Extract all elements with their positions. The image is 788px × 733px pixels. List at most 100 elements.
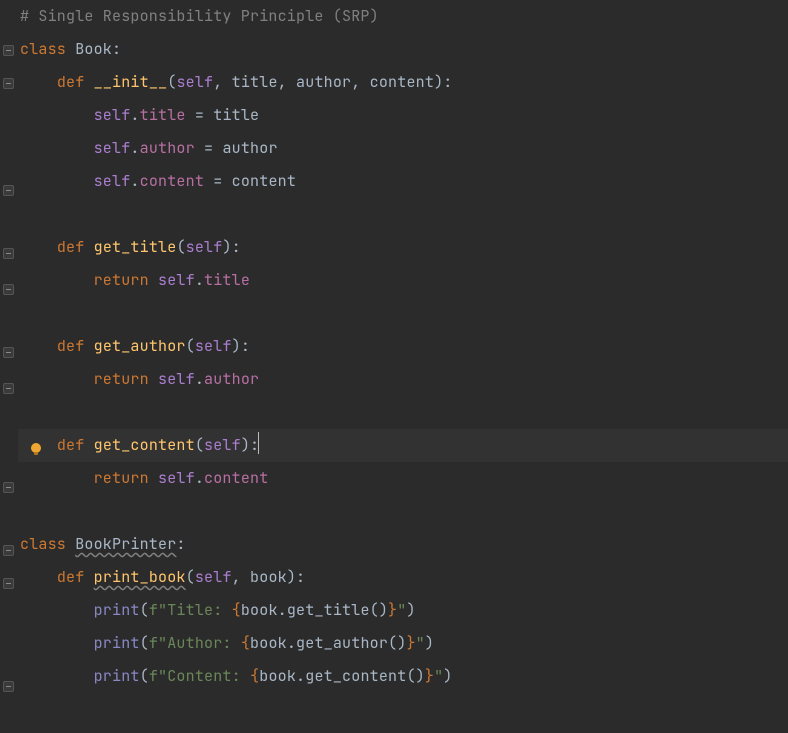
ident-token: title [213, 105, 259, 125]
fstring-prefix: f [149, 633, 158, 653]
code-line[interactable]: print(f"Author: {book.get_author()}") [20, 627, 788, 660]
fold-icon[interactable] [3, 545, 14, 556]
self-token: self [94, 138, 131, 158]
indent [20, 138, 94, 158]
fstring-prefix: f [149, 600, 158, 620]
punct-token: . [195, 468, 204, 488]
fstring-brace: { [232, 600, 241, 620]
code-line[interactable]: print(f"Content: {book.get_content()}") [20, 660, 788, 693]
indent [20, 666, 94, 686]
code-line-current[interactable]: def get_content(self): [20, 429, 788, 462]
fold-icon[interactable] [3, 78, 14, 89]
editor-gutter [0, 0, 18, 733]
punct-token: . [130, 171, 139, 191]
punct-token: ): [287, 567, 305, 587]
keyword-token: def [57, 336, 94, 356]
function-name: __init__ [94, 72, 168, 92]
attr-token: title [140, 105, 186, 125]
self-token: self [94, 171, 131, 191]
code-line[interactable]: def print_book(self, book): [20, 561, 788, 594]
function-name: print_book [94, 567, 186, 587]
fold-icon[interactable] [3, 578, 14, 589]
code-line[interactable]: def get_title(self): [20, 231, 788, 264]
punct-token: . [195, 270, 204, 290]
punct-token: = [204, 171, 232, 191]
fold-icon[interactable] [3, 284, 14, 295]
expr-token: book.get_title() [241, 600, 388, 620]
punct-token: = [195, 138, 223, 158]
keyword-token: return [94, 270, 158, 290]
fold-icon[interactable] [3, 482, 14, 493]
indent [20, 633, 94, 653]
string-token: " [416, 633, 425, 653]
keyword-token: return [94, 468, 158, 488]
code-line[interactable]: self.author = author [20, 132, 788, 165]
string-token: "Content: [158, 666, 250, 686]
code-editor[interactable]: # Single Responsibility Principle (SRP) … [0, 0, 788, 733]
fold-icon[interactable] [3, 347, 14, 358]
keyword-token: def [57, 567, 94, 587]
code-line[interactable] [20, 495, 788, 528]
ident-token: content [232, 171, 296, 191]
fold-icon[interactable] [3, 383, 14, 394]
punct-token: ( [176, 237, 185, 257]
code-line[interactable]: self.title = title [20, 99, 788, 132]
fold-icon[interactable] [3, 45, 14, 56]
code-line[interactable]: # Single Responsibility Principle (SRP) [20, 0, 788, 33]
fold-icon[interactable] [3, 185, 14, 196]
keyword-token: return [94, 369, 158, 389]
punct-token: . [130, 138, 139, 158]
code-line[interactable]: def __init__(self, title, author, conten… [20, 66, 788, 99]
attr-token: content [204, 468, 268, 488]
keyword-token: def [57, 435, 94, 455]
punct-token: . [195, 369, 204, 389]
fold-icon[interactable] [3, 681, 14, 692]
code-line[interactable]: print(f"Title: {book.get_title()}") [20, 594, 788, 627]
code-line[interactable] [20, 297, 788, 330]
builtin-token: print [94, 666, 140, 686]
code-area[interactable]: # Single Responsibility Principle (SRP) … [18, 0, 788, 733]
code-line[interactable]: return self.author [20, 363, 788, 396]
indent [20, 600, 94, 620]
punct-token: ( [140, 633, 149, 653]
punct-token: ( [140, 666, 149, 686]
punct-token: ( [140, 600, 149, 620]
code-line[interactable]: return self.title [20, 264, 788, 297]
self-token: self [204, 435, 241, 455]
code-line[interactable] [20, 693, 788, 726]
comment-token: # Single Responsibility Principle (SRP) [20, 6, 379, 26]
attr-token: author [140, 138, 195, 158]
code-line[interactable]: return self.content [20, 462, 788, 495]
code-line[interactable]: class Book: [20, 33, 788, 66]
string-token: "Title: [158, 600, 232, 620]
code-line[interactable]: self.content = content [20, 165, 788, 198]
punct-token: ( [195, 435, 204, 455]
punct-token: = [186, 105, 214, 125]
class-name: Book [75, 39, 112, 59]
code-line[interactable] [20, 396, 788, 429]
indent [20, 567, 57, 587]
code-line[interactable] [20, 198, 788, 231]
punct-token: : [176, 534, 185, 554]
intention-bulb-icon[interactable] [28, 436, 44, 452]
builtin-token: print [94, 633, 140, 653]
function-name: get_title [94, 237, 177, 257]
class-name: BookPrinter [75, 534, 176, 554]
punct-token: ): [241, 435, 259, 455]
attr-token: title [204, 270, 250, 290]
fstring-brace: { [250, 666, 259, 686]
code-line[interactable]: def get_author(self): [20, 330, 788, 363]
fold-icon[interactable] [3, 248, 14, 259]
punct-token: ) [406, 600, 415, 620]
punct-token: ): [434, 72, 452, 92]
self-token: self [158, 270, 195, 290]
code-line[interactable]: class BookPrinter: [20, 528, 788, 561]
function-name: get_content [94, 435, 195, 455]
fstring-brace: } [406, 633, 415, 653]
builtin-token: print [94, 600, 140, 620]
fstring-brace: } [425, 666, 434, 686]
indent [20, 72, 57, 92]
string-token: "Author: [158, 633, 241, 653]
punct-token: ( [186, 336, 195, 356]
self-token: self [158, 468, 195, 488]
